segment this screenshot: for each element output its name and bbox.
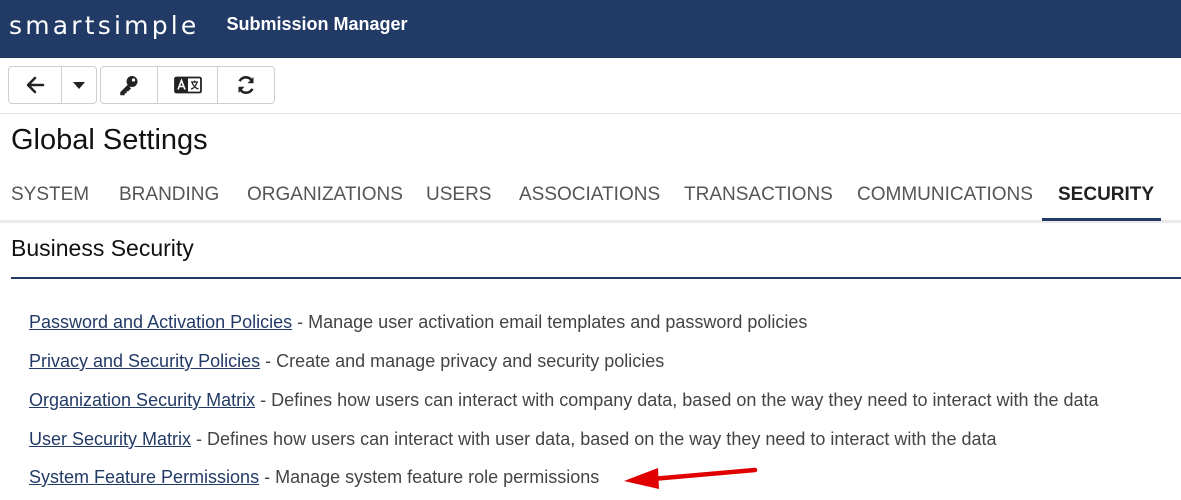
list-item: Password and Activation Policies - Manag… — [29, 312, 807, 333]
tab-system[interactable]: SYSTEM — [11, 184, 89, 206]
list-item-description: - Manage system feature role permissions — [259, 467, 600, 487]
refresh-icon — [238, 76, 254, 94]
refresh-button[interactable] — [218, 67, 274, 103]
privacy-security-policies-link[interactable]: Privacy and Security Policies — [29, 351, 260, 371]
key-icon — [120, 76, 138, 96]
tab-transactions[interactable]: TRANSACTIONS — [684, 184, 833, 206]
actions-button-group — [100, 66, 275, 104]
active-tab-indicator — [1042, 218, 1161, 221]
annotation-arrow-icon — [624, 467, 758, 489]
tab-users[interactable]: USERS — [426, 184, 491, 206]
user-security-matrix-link[interactable]: User Security Matrix — [29, 429, 191, 449]
smartsimple-logo[interactable]: smartsimple — [9, 11, 200, 40]
section-title: Business Security — [11, 235, 194, 261]
translate-icon — [173, 76, 202, 94]
settings-tabs: SYSTEM BRANDING ORGANIZATIONS USERS ASSO… — [0, 172, 1181, 223]
list-item-description: - Manage user activation email templates… — [292, 312, 808, 332]
section-divider — [11, 277, 1181, 279]
key-button[interactable] — [101, 67, 158, 103]
password-activation-policies-link[interactable]: Password and Activation Policies — [29, 312, 292, 332]
list-item-description: - Defines how users can interact with co… — [255, 390, 1099, 410]
toolbar — [0, 58, 1181, 114]
app-title: Submission Manager — [226, 14, 408, 34]
tab-associations[interactable]: ASSOCIATIONS — [519, 184, 660, 206]
tab-communications[interactable]: COMMUNICATIONS — [857, 184, 1033, 206]
list-item: User Security Matrix - Defines how users… — [29, 429, 997, 450]
tab-security[interactable]: SECURITY — [1058, 184, 1154, 206]
tab-branding[interactable]: BRANDING — [119, 184, 219, 206]
tab-organizations[interactable]: ORGANIZATIONS — [247, 184, 403, 206]
history-dropdown-button[interactable] — [62, 67, 96, 103]
navigation-button-group — [8, 66, 97, 104]
translate-button[interactable] — [158, 67, 219, 103]
list-item: Organization Security Matrix - Defines h… — [29, 390, 1099, 411]
list-item: Privacy and Security Policies - Create a… — [29, 351, 664, 372]
organization-security-matrix-link[interactable]: Organization Security Matrix — [29, 390, 255, 410]
arrow-left-icon — [26, 76, 45, 94]
list-item-description: - Create and manage privacy and security… — [260, 351, 665, 371]
list-item-description: - Defines how users can interact with us… — [191, 429, 997, 449]
list-item: System Feature Permissions - Manage syst… — [29, 467, 599, 488]
back-button[interactable] — [9, 67, 62, 103]
caret-down-icon — [73, 82, 85, 89]
system-feature-permissions-link[interactable]: System Feature Permissions — [29, 467, 259, 487]
page-title: Global Settings — [11, 124, 208, 156]
top-header-bar: smartsimple Submission Manager — [0, 0, 1181, 58]
